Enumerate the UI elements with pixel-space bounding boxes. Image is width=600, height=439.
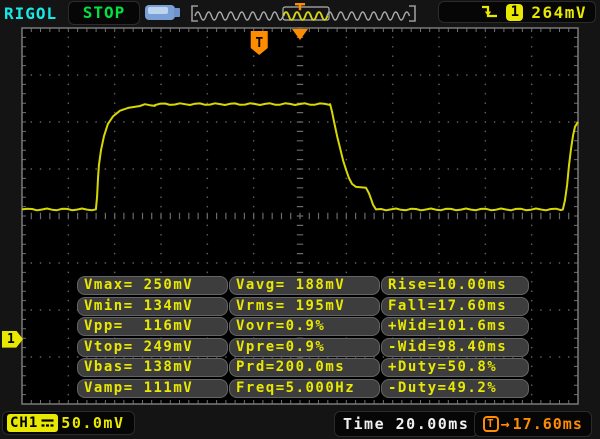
timebase-readout: Time 20.00ms	[334, 411, 478, 437]
measurement-cell: -Duty=49.2%	[381, 379, 529, 398]
measurement-cell: Vamp= 111mV	[77, 379, 228, 398]
measurement-cell: Vovr=0.9%	[229, 317, 380, 336]
trigger-offset-value: 17.60ms	[513, 415, 583, 433]
measurement-cell: Vavg= 188mV	[229, 276, 380, 295]
trigger-channel-badge: 1	[506, 4, 523, 21]
falling-edge-icon	[481, 3, 498, 21]
measurement-cell: Fall=17.60ms	[381, 297, 529, 316]
measurement-cell: Prd=200.0ms	[229, 358, 380, 377]
preview-left-bracket	[192, 6, 198, 21]
trigger-level-value: 264mV	[531, 3, 587, 22]
brand-logo: RIGOL	[4, 4, 57, 23]
trigger-offset-readout: T → 17.60ms	[474, 411, 592, 437]
measurement-cell: Vmax= 250mV	[77, 276, 228, 295]
trigger-offset-arrow-icon: →	[501, 415, 511, 433]
channel1-status-box: CH1 50.0mV	[2, 411, 135, 435]
top-status-bar: RIGOL STOP 1 264mV	[0, 0, 600, 26]
measurement-cell: Vpre=0.9%	[229, 338, 380, 357]
measurement-cell: Vmin= 134mV	[77, 297, 228, 316]
run-state-indicator: STOP	[68, 1, 140, 25]
trigger-status-box: 1 264mV	[438, 1, 596, 23]
trigger-offset-t-icon: T	[483, 416, 499, 432]
measurement-cell: Vbas= 138mV	[77, 358, 228, 377]
usb-storage-icon-tab	[174, 8, 180, 17]
measurement-cell: Rise=10.00ms	[381, 276, 529, 295]
waveform-preview-strip	[187, 3, 420, 23]
bottom-status-bar: CH1 50.0mV Time 20.00ms T → 17.60ms	[0, 408, 600, 439]
measurement-cell: Vpp= 116mV	[77, 317, 228, 336]
measurement-cell: Freq=5.000Hz	[229, 379, 380, 398]
channel1-scale-value: 50.0mV	[61, 414, 124, 432]
measurement-panel: Vmax= 250mVVavg= 188mVRise=10.00ms Vmin= …	[77, 276, 529, 399]
measurement-cell: +Wid=101.6ms	[381, 317, 529, 336]
dc-coupling-icon	[40, 417, 55, 429]
channel1-label: CH1	[7, 414, 58, 432]
preview-waveform	[195, 12, 410, 20]
trigger-position-marker-label: T	[255, 36, 263, 51]
usb-storage-icon-inner	[148, 7, 168, 14]
preview-right-bracket	[409, 6, 415, 21]
measurement-cell: +Duty=50.8%	[381, 358, 529, 377]
channel1-label-text: CH1	[10, 415, 38, 431]
oscilloscope-screen: T RIGOL STOP 1 264mV 1 Vmax= 250mVVavg= …	[0, 0, 600, 439]
usb-storage-icon	[145, 5, 175, 20]
measurement-cell: -Wid=98.40ms	[381, 338, 529, 357]
measurement-cell: Vrms= 195mV	[229, 297, 380, 316]
measurement-cell: Vtop= 249mV	[77, 338, 228, 357]
